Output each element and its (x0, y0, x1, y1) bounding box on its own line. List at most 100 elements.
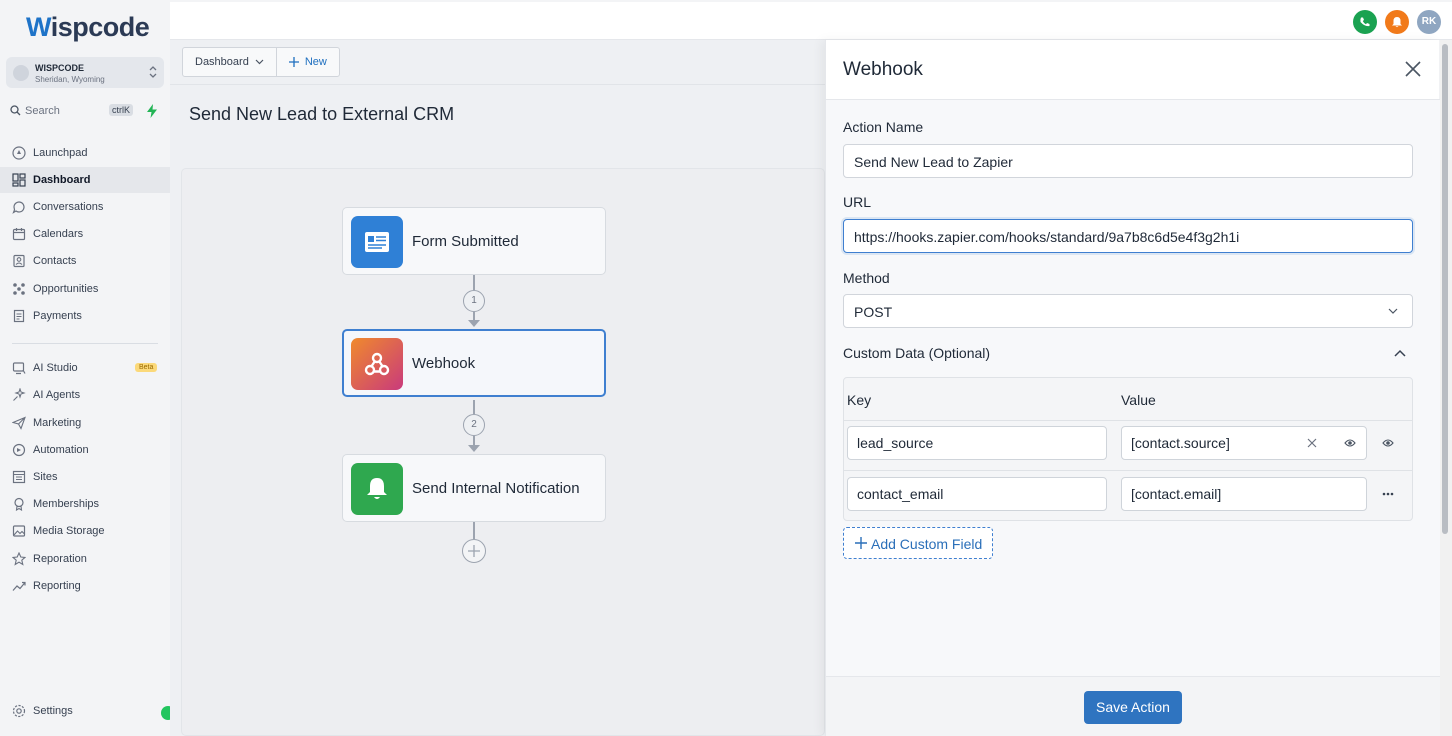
sidebar-item-contacts[interactable]: Contacts (0, 248, 170, 274)
payments-icon (13, 309, 25, 323)
sidebar-item-ai-agents[interactable]: AI Agents (0, 382, 170, 408)
save-action-button[interactable]: Save Action (1084, 691, 1182, 724)
close-icon[interactable] (1404, 60, 1422, 78)
step-number: 1 (463, 290, 485, 312)
action-name-field[interactable]: Send New Lead to Zapier (843, 144, 1413, 178)
phone-icon (1360, 17, 1370, 27)
account-location: Sheridan, Wyoming (35, 75, 105, 84)
dashboard-dropdown[interactable]: Dashboard (183, 48, 276, 76)
quick-action-bolt-icon[interactable] (144, 103, 160, 119)
clear-icon[interactable] (1307, 438, 1317, 448)
value-input[interactable]: [contact.source] (1121, 426, 1367, 460)
panel-scrollbar[interactable] (1440, 40, 1452, 736)
chat-icon (12, 201, 25, 214)
account-name: WISPCODE (35, 63, 85, 73)
app-logo[interactable]: Wispcode (26, 12, 150, 43)
sidebar-item-sites[interactable]: Sites (0, 464, 170, 490)
sidebar-item-memberships[interactable]: Memberships (0, 491, 170, 517)
sidebar: Wispcode WISPCODE Sheridan, Wyoming Sear… (0, 0, 175, 736)
dashboard-icon (12, 173, 26, 187)
marketing-icon (12, 416, 26, 430)
webhook-settings-panel: Webhook Action Name Send New Lead to Zap… (825, 40, 1440, 736)
node-label: Send Internal Notification (412, 480, 580, 497)
account-switcher[interactable]: WISPCODE Sheridan, Wyoming (6, 57, 164, 88)
chevron-up-icon[interactable] (1394, 349, 1406, 357)
key-value: contact_email (857, 486, 944, 502)
sidebar-item-automation[interactable]: Automation (0, 437, 170, 463)
sidebar-item-opportunities[interactable]: Opportunities (0, 276, 170, 302)
sidebar-item-dashboard[interactable]: Dashboard (0, 167, 170, 193)
connector-arrow-icon (468, 320, 480, 327)
sidebar-item-label: Payments (33, 310, 82, 322)
star-icon (12, 552, 26, 566)
method-value: POST (854, 304, 893, 320)
workflow-node-send-internal-notification[interactable]: Send Internal Notification (342, 454, 606, 522)
plus-icon (288, 57, 299, 67)
ai-agents-icon (13, 388, 26, 401)
more-options-icon[interactable] (1382, 492, 1394, 496)
sidebar-item-marketing[interactable]: Marketing (0, 410, 170, 436)
key-input[interactable]: contact_email (847, 477, 1107, 511)
sidebar-item-label: Dashboard (33, 174, 91, 186)
new-tab-label: New (304, 56, 327, 68)
sites-icon (12, 470, 26, 484)
search-icon (10, 105, 21, 116)
preview-icon[interactable] (1382, 438, 1394, 448)
rocket-icon (12, 146, 26, 160)
sidebar-item-reporation[interactable]: Reporation (0, 546, 170, 572)
sidebar-item-label: Conversations (33, 201, 104, 213)
bell-icon (1392, 17, 1402, 28)
sidebar-item-launchpad[interactable]: Launchpad (0, 140, 170, 166)
action-name-value: Send New Lead to Zapier (854, 154, 1013, 170)
sidebar-item-label: Settings (33, 705, 73, 717)
search-placeholder: Search (25, 105, 60, 117)
key-input[interactable]: lead_source (847, 426, 1107, 460)
sidebar-item-reporting[interactable]: Reporting (0, 573, 170, 599)
new-button[interactable]: New (275, 48, 339, 76)
sidebar-item-label: Reporting (33, 580, 81, 592)
value-value: [contact.email] (1131, 486, 1222, 502)
search-shortcut: ctrlK (109, 104, 133, 116)
main-divider (170, 84, 825, 85)
add-step-button[interactable] (462, 539, 486, 563)
phone-button[interactable] (1353, 10, 1377, 34)
action-name-label: Action Name (843, 119, 924, 135)
step-number: 2 (463, 414, 485, 436)
url-field[interactable]: https://hooks.zapier.com/hooks/standard/… (843, 219, 1413, 253)
plus-icon (468, 545, 480, 557)
sidebar-item-label: Launchpad (33, 147, 88, 159)
user-avatar[interactable]: RK (1417, 10, 1441, 34)
sidebar-item-payments[interactable]: Payments (0, 303, 170, 329)
value-input[interactable]: [contact.email] (1121, 477, 1367, 511)
opportunities-icon (13, 283, 25, 295)
method-select[interactable]: POST (843, 294, 1413, 328)
calendar-icon (12, 228, 26, 241)
search-input[interactable]: Search ctrlK (6, 101, 136, 121)
chevron-updown-icon (149, 66, 157, 78)
media-storage-icon (12, 525, 26, 537)
sidebar-item-settings[interactable]: Settings (0, 698, 170, 724)
sidebar-item-ai-studio[interactable]: AI Studio Beta (0, 355, 170, 381)
webhook-icon (351, 338, 403, 390)
eye-icon[interactable] (1344, 438, 1356, 448)
sidebar-item-label: AI Agents (33, 389, 81, 401)
url-label: URL (843, 194, 872, 210)
memberships-icon (14, 497, 24, 511)
workflow-node-form-submitted[interactable]: Form Submitted (342, 207, 606, 275)
notifications-button[interactable] (1385, 10, 1409, 34)
sidebar-item-label: Opportunities (33, 283, 99, 295)
add-custom-field-button[interactable]: Add Custom Field (843, 527, 993, 559)
scrollbar-thumb[interactable] (1442, 44, 1448, 534)
contacts-icon (13, 254, 25, 268)
method-label: Method (843, 270, 890, 286)
sidebar-item-calendars[interactable]: Calendars (0, 221, 170, 247)
sidebar-item-conversations[interactable]: Conversations (0, 194, 170, 220)
sidebar-item-label: Calendars (33, 228, 84, 240)
sidebar-item-media-storage[interactable]: Media Storage (0, 518, 170, 544)
sidebar-item-label: Reporation (33, 553, 87, 565)
workflow-canvas[interactable]: Form Submitted 1 Webhook 2 Send Internal… (181, 168, 825, 736)
ai-studio-icon (12, 362, 26, 375)
table-row-divider (844, 470, 1412, 471)
workflow-node-webhook[interactable]: Webhook (342, 329, 606, 397)
connector-line (473, 436, 475, 445)
